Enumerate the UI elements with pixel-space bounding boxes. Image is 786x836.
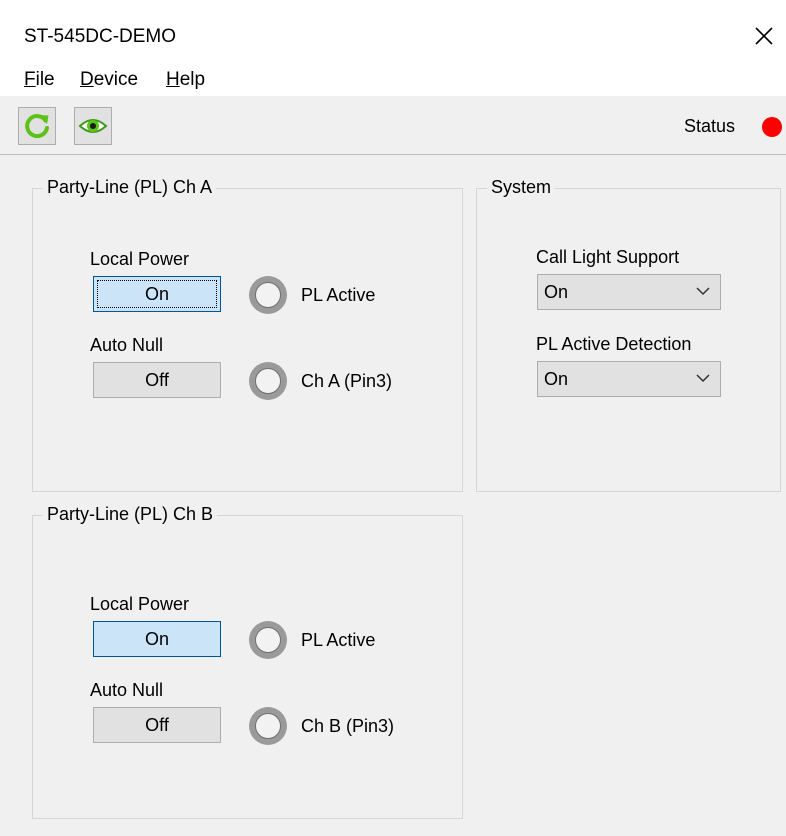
menu-device[interactable]: Device: [80, 69, 138, 91]
close-icon: [755, 27, 773, 45]
eye-icon: [78, 119, 108, 133]
ch-a-pl-active-label: PL Active: [301, 285, 376, 305]
group-ch-a: Party-Line (PL) Ch A Local Power On PL A…: [32, 177, 463, 492]
ch-b-auto-null-button[interactable]: Off: [93, 707, 221, 743]
group-ch-b-title: Party-Line (PL) Ch B: [43, 504, 218, 525]
menu-help[interactable]: Help: [166, 69, 205, 91]
view-button[interactable]: [74, 107, 112, 145]
ch-b-pl-active-led: [249, 621, 287, 659]
group-system: System Call Light Support On PL Active D…: [476, 177, 781, 492]
close-button[interactable]: [742, 14, 786, 58]
ch-b-local-power-button[interactable]: On: [93, 621, 221, 657]
pl-detect-label: PL Active Detection: [536, 334, 692, 354]
menu-bar: File Device Help: [0, 66, 786, 96]
ch-a-pin3-label: Ch A (Pin3): [301, 371, 393, 391]
toolbar: Status: [0, 96, 786, 155]
title-bar: ST-545DC-DEMO: [0, 0, 786, 66]
pl-detect-select[interactable]: On: [537, 361, 721, 397]
group-ch-a-title: Party-Line (PL) Ch A: [43, 177, 217, 198]
chevron-down-icon: [696, 287, 710, 296]
call-light-label: Call Light Support: [536, 247, 680, 267]
pl-detect-value: On: [544, 369, 569, 389]
group-system-title: System: [487, 177, 556, 198]
ch-b-local-power-label: Local Power: [90, 594, 190, 614]
ch-b-pin3-led: [249, 707, 287, 745]
chevron-down-icon: [696, 374, 710, 383]
app-window: ST-545DC-DEMO File Device Help Status Pa…: [0, 0, 786, 836]
call-light-select[interactable]: On: [537, 274, 721, 310]
window-title: ST-545DC-DEMO: [24, 26, 177, 47]
ch-b-pl-active-label: PL Active: [301, 630, 376, 650]
ch-a-pl-active-led: [249, 276, 287, 314]
ch-a-local-power-button[interactable]: On: [93, 276, 221, 312]
refresh-icon: [25, 114, 49, 139]
ch-a-auto-null-button[interactable]: Off: [93, 362, 221, 398]
ch-a-auto-null-label: Auto Null: [90, 335, 164, 355]
refresh-button[interactable]: [18, 107, 56, 145]
ch-b-pin3-label: Ch B (Pin3): [301, 716, 395, 736]
ch-b-auto-null-label: Auto Null: [90, 680, 164, 700]
focus-ring: [97, 280, 217, 308]
call-light-value: On: [544, 282, 569, 302]
group-ch-b: Party-Line (PL) Ch B Local Power On PL A…: [32, 504, 463, 819]
menu-file[interactable]: File: [24, 69, 55, 91]
status-indicator: [762, 117, 782, 137]
status-label: Status: [684, 116, 736, 136]
ch-a-local-power-label: Local Power: [90, 249, 190, 269]
ch-a-pin3-led: [249, 362, 287, 400]
